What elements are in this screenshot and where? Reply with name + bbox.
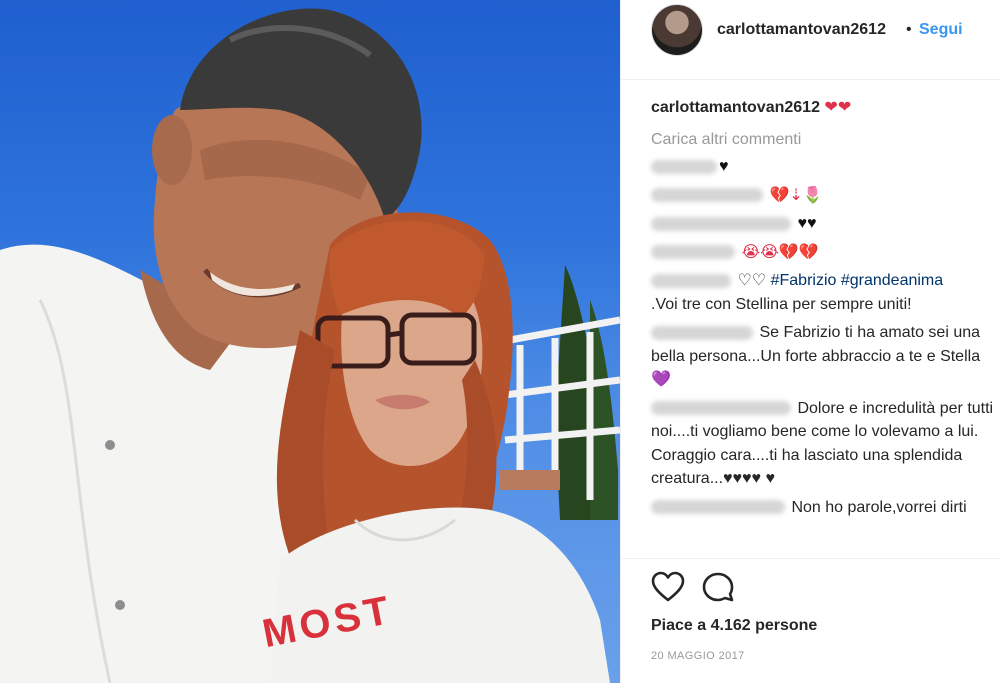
comment-row: 💔⇣🌷 <box>651 184 996 208</box>
blurred-username <box>651 159 717 174</box>
comment-row: 😭😭💔💔 <box>651 241 996 265</box>
comment-text: Non ho parole,vorrei dirti <box>791 498 967 516</box>
header-separator: • <box>906 21 912 38</box>
comment-text: 💔⇣🌷 <box>769 186 823 204</box>
hashtag-link[interactable]: #Fabrizio <box>771 272 837 289</box>
comment-text: ♥♥ <box>797 215 817 232</box>
post-actions: Piace a 4.162 persone 20 MAGGIO 2017 <box>621 558 1000 683</box>
post-photo[interactable]: MOST <box>0 0 620 683</box>
blurred-username <box>651 216 791 231</box>
photo-illustration <box>0 8 620 683</box>
post-side-panel: carlottamantovan2612 • Segui carlottaman… <box>620 0 1000 683</box>
blurred-username <box>651 500 785 515</box>
purple-heart-icon: 💜 <box>651 371 671 388</box>
follow-button[interactable]: Segui <box>919 21 963 39</box>
comment-row: ♥♥ <box>651 212 996 236</box>
likes-count[interactable]: Piace a 4.162 persone <box>651 617 817 635</box>
comments-list: carlottamantovan2612 ❤❤ Carica altri com… <box>651 96 996 524</box>
post-date[interactable]: 20 MAGGIO 2017 <box>651 650 745 662</box>
comment-text: ♥ <box>719 158 729 175</box>
caption-text: ❤❤ <box>824 99 852 116</box>
post-caption: carlottamantovan2612 ❤❤ <box>651 96 996 120</box>
cypress-tree <box>590 300 618 520</box>
header-username[interactable]: carlottamantovan2612 <box>717 21 886 39</box>
comment-text: 😭😭💔💔 <box>741 243 819 261</box>
caption-username[interactable]: carlottamantovan2612 <box>651 99 820 116</box>
blurred-username <box>651 245 735 260</box>
heart-outline-icon[interactable] <box>651 571 685 603</box>
comment-prefix: ♡♡ <box>737 272 771 289</box>
comment-row: ♡♡ #Fabrizio #grandeanima .Voi tre con S… <box>651 269 996 316</box>
load-more-comments-link[interactable]: Carica altri commenti <box>651 128 996 152</box>
blurred-username <box>651 188 763 203</box>
avatar[interactable] <box>651 4 703 56</box>
speech-bubble-icon[interactable] <box>701 571 735 603</box>
post-header: carlottamantovan2612 • Segui <box>621 0 1000 80</box>
comment-row: Se Fabrizio ti ha amato sei una bella pe… <box>651 321 996 392</box>
comment-row: Dolore e incredulità per tutti noi....ti… <box>651 397 996 491</box>
shirt-button <box>105 440 115 450</box>
shirt-button <box>115 600 125 610</box>
roof <box>500 470 560 490</box>
blurred-username <box>651 401 791 416</box>
blurred-username <box>651 325 753 340</box>
hashtag-link[interactable]: #grandeanima <box>841 272 943 289</box>
comment-row: ♥ <box>651 155 996 179</box>
comment-text: .Voi tre con Stellina per sempre uniti! <box>651 295 912 313</box>
comment-row: Non ho parole,vorrei dirti <box>651 496 996 520</box>
blurred-username <box>651 273 731 288</box>
